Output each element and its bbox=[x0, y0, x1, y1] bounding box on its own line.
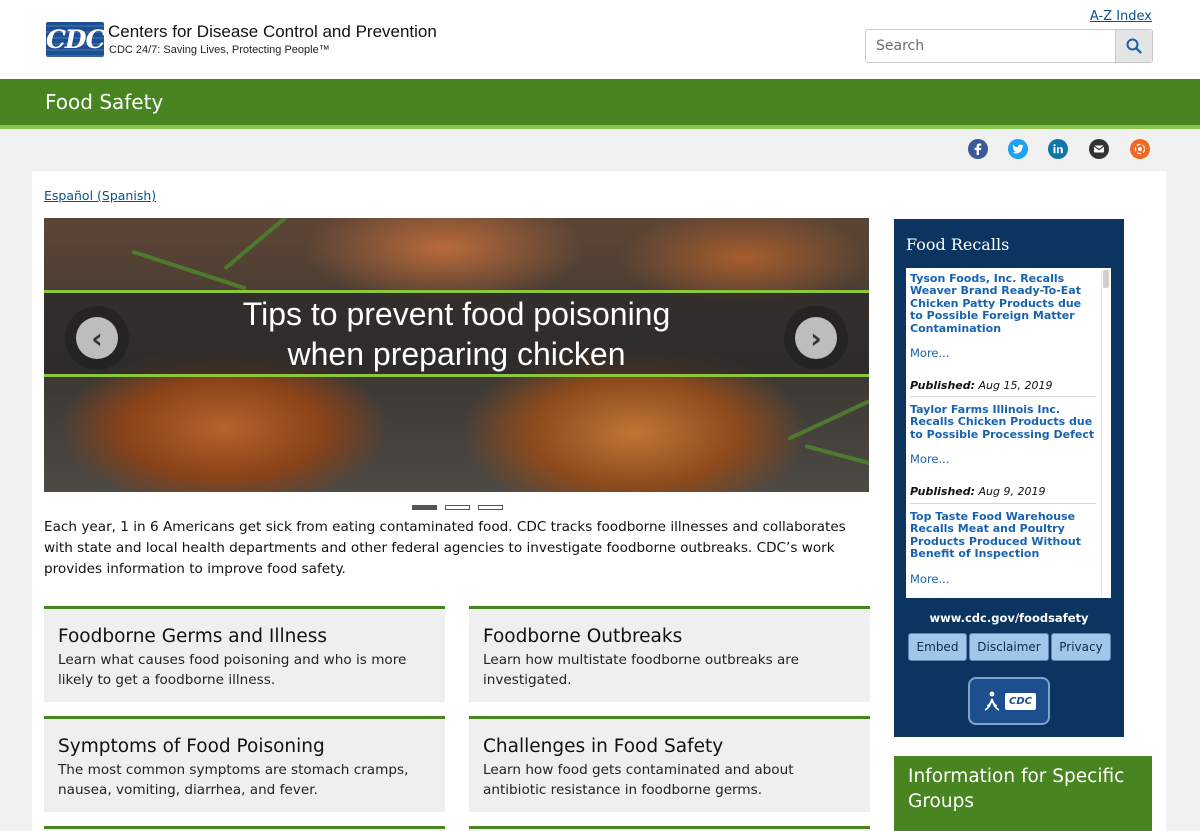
search-icon bbox=[1126, 38, 1142, 54]
carousel-caption-band: Tips to prevent food poisoning when prep… bbox=[44, 290, 869, 377]
topic-card[interactable]: Symptoms of Food Poisoning The most comm… bbox=[44, 716, 445, 812]
card-text: Learn how multistate foodborne outbreaks… bbox=[483, 652, 799, 688]
email-icon[interactable] bbox=[1089, 139, 1109, 159]
hhs-eagle-icon bbox=[984, 691, 1000, 711]
chevron-left-icon: ‹ bbox=[76, 317, 118, 359]
card-title[interactable]: Foodborne Outbreaks bbox=[483, 625, 856, 649]
privacy-button[interactable]: Privacy bbox=[1051, 633, 1111, 661]
card-text: Learn how food gets contaminated and abo… bbox=[483, 762, 794, 798]
carousel-dot-1[interactable] bbox=[412, 505, 437, 510]
card-text: Learn what causes food poisoning and who… bbox=[58, 652, 407, 688]
recall-item: Tyson Foods, Inc. Recalls Weaver Brand R… bbox=[910, 272, 1096, 392]
page-title[interactable]: Food Safety bbox=[45, 90, 163, 114]
card-title[interactable]: Challenges in Food Safety bbox=[483, 735, 856, 759]
syndicate-icon[interactable] bbox=[1130, 139, 1150, 159]
divider bbox=[910, 396, 1096, 397]
banner-underline bbox=[0, 125, 1200, 129]
recall-title[interactable]: Taylor Farms Illinois Inc. Recalls Chick… bbox=[910, 403, 1096, 441]
logo-text: CDC bbox=[46, 25, 104, 54]
recall-more-link[interactable]: More... bbox=[910, 452, 1096, 466]
org-name[interactable]: Centers for Disease Control and Preventi… bbox=[108, 22, 437, 42]
recall-title[interactable]: Tyson Foods, Inc. Recalls Weaver Brand R… bbox=[910, 272, 1096, 335]
recall-published: Published: Aug 15, 2019 bbox=[910, 379, 1096, 392]
cdc-badge-text: CDC bbox=[1005, 692, 1036, 710]
search-button[interactable] bbox=[1115, 30, 1152, 62]
carousel-dot-3[interactable] bbox=[478, 505, 503, 510]
linkedin-icon[interactable] bbox=[1048, 139, 1068, 159]
carousel-prev-button[interactable]: ‹ bbox=[65, 306, 129, 370]
search-box bbox=[865, 29, 1153, 63]
tagline: CDC 24/7: Saving Lives, Protecting Peopl… bbox=[109, 44, 330, 56]
card-text: The most common symptoms are stomach cra… bbox=[58, 762, 409, 798]
spanish-link[interactable]: Español (Spanish) bbox=[44, 188, 156, 203]
cdc-logo[interactable]: CDC bbox=[46, 22, 104, 57]
carousel-caption-line2: when preparing chicken bbox=[287, 336, 626, 372]
recalls-list[interactable]: Tyson Foods, Inc. Recalls Weaver Brand R… bbox=[906, 268, 1111, 598]
herb-garnish bbox=[787, 399, 869, 441]
section-banner bbox=[0, 79, 1200, 125]
published-label: Published: bbox=[910, 379, 976, 393]
carousel-next-button[interactable]: › bbox=[784, 306, 848, 370]
herb-garnish bbox=[131, 249, 247, 291]
topic-card[interactable]: Foodborne Germs and Illness Learn what c… bbox=[44, 606, 445, 702]
groups-title[interactable]: Information for Specific Groups bbox=[908, 764, 1138, 814]
recalls-title: Food Recalls bbox=[906, 235, 1010, 254]
recall-published: Published: Aug 9, 2019 bbox=[910, 485, 1096, 498]
embed-button[interactable]: Embed bbox=[908, 633, 967, 661]
card-title[interactable]: Symptoms of Food Poisoning bbox=[58, 735, 431, 759]
site-header: CDC Centers for Disease Control and Prev… bbox=[0, 0, 1200, 79]
recalls-url[interactable]: www.cdc.gov/foodsafety bbox=[894, 611, 1124, 625]
card-title[interactable]: Foodborne Germs and Illness bbox=[58, 625, 431, 649]
carousel-caption-line1: Tips to prevent food poisoning bbox=[242, 296, 671, 332]
topic-card-partial bbox=[44, 826, 445, 831]
cdc-badge-logo[interactable]: CDC bbox=[968, 677, 1050, 725]
recall-more-link[interactable]: More... bbox=[910, 572, 1096, 586]
topic-card-partial bbox=[469, 826, 870, 831]
intro-paragraph: Each year, 1 in 6 Americans get sick fro… bbox=[44, 519, 846, 577]
hero-carousel[interactable]: Tips to prevent food poisoning when prep… bbox=[44, 218, 869, 492]
topic-card[interactable]: Foodborne Outbreaks Learn how multistate… bbox=[469, 606, 870, 702]
recall-title[interactable]: Top Taste Food Warehouse Recalls Meat an… bbox=[910, 510, 1096, 561]
facebook-icon[interactable] bbox=[968, 139, 988, 159]
search-input[interactable] bbox=[866, 30, 1116, 62]
food-recalls-widget: Food Recalls Tyson Foods, Inc. Recalls W… bbox=[894, 219, 1124, 737]
topic-card[interactable]: Challenges in Food Safety Learn how food… bbox=[469, 716, 870, 812]
published-label: Published: bbox=[910, 485, 976, 499]
herb-garnish bbox=[223, 218, 295, 271]
chevron-right-icon: › bbox=[795, 317, 837, 359]
specific-groups-panel[interactable]: Information for Specific Groups bbox=[894, 756, 1152, 831]
recall-item: Taylor Farms Illinois Inc. Recalls Chick… bbox=[910, 403, 1096, 498]
carousel-pagination bbox=[412, 505, 503, 510]
carousel-dot-2[interactable] bbox=[445, 505, 470, 510]
published-date: Aug 15, 2019 bbox=[978, 379, 1053, 393]
recall-more-link[interactable]: More... bbox=[910, 346, 1096, 360]
disclaimer-button[interactable]: Disclaimer bbox=[969, 633, 1049, 661]
twitter-icon[interactable] bbox=[1008, 139, 1028, 159]
az-index-link[interactable]: A-Z Index bbox=[1090, 9, 1152, 24]
recalls-scrollbar[interactable] bbox=[1101, 270, 1109, 596]
herb-garnish bbox=[804, 444, 869, 466]
divider bbox=[910, 503, 1096, 504]
recall-item: Top Taste Food Warehouse Recalls Meat an… bbox=[910, 510, 1096, 586]
published-date: Aug 9, 2019 bbox=[978, 485, 1046, 499]
